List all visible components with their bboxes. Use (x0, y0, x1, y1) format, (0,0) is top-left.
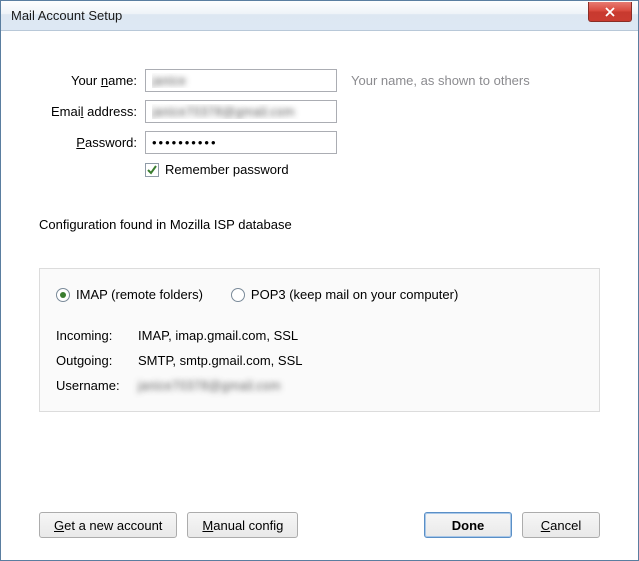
outgoing-label: Outgoing: (56, 353, 138, 368)
titlebar: Mail Account Setup (1, 1, 638, 31)
password-label: Password: (39, 135, 145, 150)
username-value: janice70378@gmail.com (138, 378, 281, 393)
get-new-account-button[interactable]: Get a new account (39, 512, 177, 538)
email-input[interactable] (145, 100, 337, 123)
remember-password-row: Remember password (145, 162, 600, 177)
username-row: Username: janice70378@gmail.com (54, 378, 585, 393)
manual-config-button[interactable]: Manual config (187, 512, 298, 538)
password-row: Password: (39, 131, 600, 154)
pop3-option[interactable]: POP3 (keep mail on your computer) (231, 287, 458, 302)
imap-option[interactable]: IMAP (remote folders) (56, 287, 203, 302)
imap-radio[interactable] (56, 288, 70, 302)
password-input[interactable] (145, 131, 337, 154)
name-hint: Your name, as shown to others (351, 73, 530, 88)
protocol-radio-group: IMAP (remote folders) POP3 (keep mail on… (54, 287, 585, 302)
done-button[interactable]: Done (424, 512, 512, 538)
cancel-button[interactable]: Cancel (522, 512, 600, 538)
username-label: Username: (56, 378, 138, 393)
button-bar: Get a new account Manual config Done Can… (39, 512, 600, 538)
pop3-radio[interactable] (231, 288, 245, 302)
close-icon (604, 7, 616, 17)
remember-password-checkbox[interactable] (145, 163, 159, 177)
dialog-content: Your name: Your name, as shown to others… (1, 31, 638, 432)
incoming-label: Incoming: (56, 328, 138, 343)
remember-password-label: Remember password (165, 162, 289, 177)
imap-label: IMAP (remote folders) (76, 287, 203, 302)
status-message: Configuration found in Mozilla ISP datab… (39, 217, 600, 232)
email-label: Email address: (39, 104, 145, 119)
outgoing-row: Outgoing: SMTP, smtp.gmail.com, SSL (54, 353, 585, 368)
checkmark-icon (146, 164, 158, 176)
name-label: Your name: (39, 73, 145, 88)
email-row: Email address: (39, 100, 600, 123)
name-row: Your name: Your name, as shown to others (39, 69, 600, 92)
incoming-row: Incoming: IMAP, imap.gmail.com, SSL (54, 328, 585, 343)
close-button[interactable] (588, 2, 632, 22)
window-title: Mail Account Setup (11, 8, 122, 23)
pop3-label: POP3 (keep mail on your computer) (251, 287, 458, 302)
name-input[interactable] (145, 69, 337, 92)
outgoing-value: SMTP, smtp.gmail.com, SSL (138, 353, 302, 368)
config-panel: IMAP (remote folders) POP3 (keep mail on… (39, 268, 600, 412)
incoming-value: IMAP, imap.gmail.com, SSL (138, 328, 298, 343)
mail-account-setup-window: Mail Account Setup Your name: Your name,… (0, 0, 639, 561)
